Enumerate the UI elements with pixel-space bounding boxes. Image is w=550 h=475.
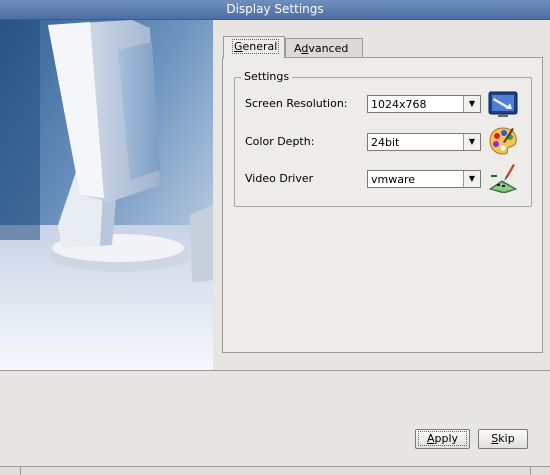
tab-general-mnemonic: G [234, 40, 243, 53]
bottom-separator [0, 370, 550, 371]
skip-label: kip [498, 432, 515, 445]
tab-advanced[interactable]: Advanced [285, 38, 363, 58]
settings-group-title: Settings [241, 70, 293, 83]
apply-button[interactable]: Apply [415, 429, 470, 449]
color-depth-combo[interactable]: 24bit ▼ [367, 133, 481, 151]
apply-mnemonic: A [426, 432, 435, 445]
video-driver-combo[interactable]: vmware ▼ [367, 170, 481, 188]
color-palette-icon [489, 127, 517, 155]
screen-resolution-label: Screen Resolution: [245, 97, 348, 110]
window-titlebar: Display Settings [0, 0, 550, 20]
chevron-down-icon[interactable]: ▼ [463, 171, 480, 187]
video-driver-value: vmware [371, 173, 416, 186]
video-driver-label: Video Driver [245, 172, 314, 185]
monitor-illustration [0, 20, 213, 370]
tab-general[interactable]: General [223, 36, 285, 58]
chevron-down-icon[interactable]: ▼ [463, 134, 480, 150]
monitor-photo [0, 20, 214, 370]
tab-advanced-label: vanced [308, 42, 349, 55]
window-title: Display Settings [226, 2, 324, 16]
tab-general-label: eneral [242, 40, 278, 53]
chevron-down-icon[interactable]: ▼ [463, 96, 480, 112]
monitor-resolution-icon [488, 91, 518, 117]
screen-resolution-value: 1024x768 [371, 98, 427, 111]
video-card-icon [488, 164, 518, 193]
screen-resolution-combo[interactable]: 1024x768 ▼ [367, 95, 481, 113]
color-depth-value: 24bit [371, 136, 400, 149]
apply-label: pply [434, 432, 459, 445]
skip-button[interactable]: Skip [478, 429, 528, 449]
color-depth-label: Color Depth: [245, 135, 315, 148]
